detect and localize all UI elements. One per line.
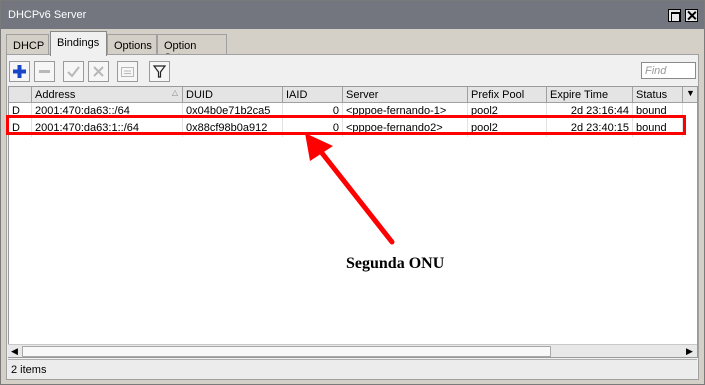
bindings-table: Address △ DUID IAID Server Prefix Pool E… xyxy=(8,86,698,358)
scrollbar-thumb[interactable] xyxy=(22,346,551,357)
title-bar[interactable]: DHCPv6 Server xyxy=(1,1,704,29)
row-status: bound xyxy=(633,103,683,120)
check-icon xyxy=(67,66,80,78)
disable-button[interactable] xyxy=(88,61,109,82)
status-bar: 2 items xyxy=(8,359,697,379)
row-flag: D xyxy=(9,120,32,137)
column-header-duid[interactable]: DUID xyxy=(183,87,283,103)
table-row[interactable]: D 2001:470:da63:1::/64 0x88cf98b0a912 0 … xyxy=(9,120,697,137)
enable-button[interactable] xyxy=(63,61,84,82)
scroll-left-icon[interactable]: ◀ xyxy=(8,345,21,358)
add-button[interactable] xyxy=(9,61,30,82)
comment-button[interactable] xyxy=(117,61,138,82)
row-address: 2001:470:da63::/64 xyxy=(32,103,183,120)
column-header-prefix-pool[interactable]: Prefix Pool xyxy=(468,87,547,103)
row-address: 2001:470:da63:1::/64 xyxy=(32,120,183,137)
column-menu-button[interactable]: ▼ xyxy=(683,87,697,103)
scroll-right-icon[interactable]: ▶ xyxy=(683,345,696,358)
restore-window-button[interactable] xyxy=(668,9,681,22)
window-title: DHCPv6 Server xyxy=(8,9,87,21)
row-iaid: 0 xyxy=(283,120,343,137)
row-server: <pppoe-fernando-1> xyxy=(343,103,468,120)
sort-ascending-icon: △ xyxy=(171,88,178,97)
x-icon xyxy=(93,66,104,77)
table-row[interactable]: D 2001:470:da63::/64 0x04b0e71b2ca5 0 <p… xyxy=(9,103,697,120)
plus-icon xyxy=(13,65,26,78)
column-header-flag[interactable] xyxy=(9,87,32,103)
horizontal-scrollbar[interactable]: ◀ ▶ xyxy=(8,344,697,357)
table-header: Address △ DUID IAID Server Prefix Pool E… xyxy=(9,87,697,103)
close-window-button[interactable] xyxy=(685,9,698,22)
tab-options[interactable]: Options xyxy=(107,34,157,55)
row-prefix-pool: pool2 xyxy=(468,103,547,120)
dhcpv6-server-window: DHCPv6 Server DHCP Bindings Options Opti… xyxy=(0,0,705,385)
row-duid: 0x88cf98b0a912 xyxy=(183,120,283,137)
row-flag: D xyxy=(9,103,32,120)
row-duid: 0x04b0e71b2ca5 xyxy=(183,103,283,120)
tab-dhcp[interactable]: DHCP xyxy=(6,34,49,55)
filter-icon xyxy=(152,65,167,78)
row-expire-time: 2d 23:40:15 xyxy=(547,120,633,137)
find-input[interactable]: Find xyxy=(641,62,696,79)
remove-button[interactable] xyxy=(34,61,55,82)
column-header-expire-time[interactable]: Expire Time xyxy=(547,87,633,103)
column-header-address-label: Address xyxy=(35,89,76,101)
minus-icon xyxy=(39,70,50,73)
row-server: <pppoe-fernando2> xyxy=(343,120,468,137)
tab-bindings[interactable]: Bindings xyxy=(50,31,107,56)
triangle-down-icon: ▼ xyxy=(686,88,695,98)
filter-button[interactable] xyxy=(149,61,170,82)
row-expire-time: 2d 23:16:44 xyxy=(547,103,633,120)
column-header-status[interactable]: Status xyxy=(633,87,683,103)
comment-icon xyxy=(121,67,134,77)
row-iaid: 0 xyxy=(283,103,343,120)
annotation-label: Segunda ONU xyxy=(346,255,445,272)
row-status: bound xyxy=(633,120,683,137)
column-header-address[interactable]: Address △ xyxy=(32,87,183,103)
column-header-server[interactable]: Server xyxy=(343,87,468,103)
bindings-panel: Find Address △ DUID IAID Server Prefix P… xyxy=(6,54,699,380)
tab-option-sets[interactable]: Option Sets xyxy=(157,34,227,64)
row-prefix-pool: pool2 xyxy=(468,120,547,137)
column-header-iaid[interactable]: IAID xyxy=(283,87,343,103)
